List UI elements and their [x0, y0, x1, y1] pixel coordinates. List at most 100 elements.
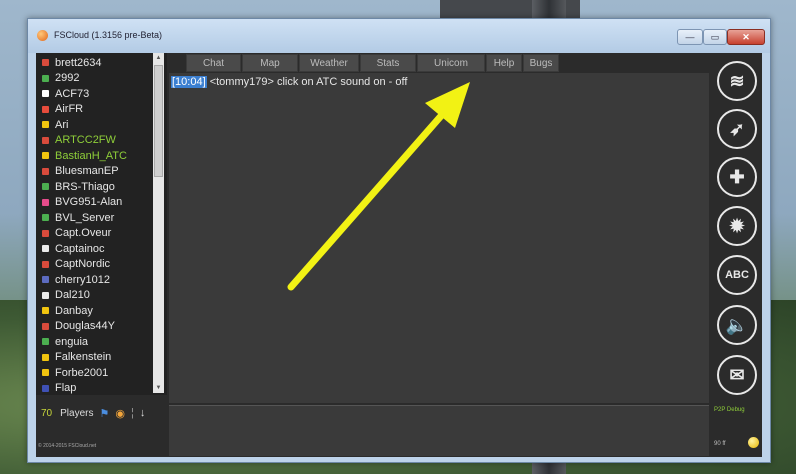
country-flag-icon: [42, 260, 49, 268]
tab-bugs[interactable]: Bugs: [523, 54, 559, 72]
country-flag-icon: [42, 291, 49, 299]
player-name: CaptNordic: [55, 258, 111, 271]
player-name: BastianH_ATC: [55, 149, 127, 162]
player-list-item[interactable]: Flap: [36, 381, 167, 396]
abc-icon[interactable]: ABC: [717, 255, 757, 295]
players-label: Players: [60, 407, 94, 419]
player-list-item[interactable]: BVG951-Alan: [36, 195, 167, 211]
player-name: 2992: [55, 72, 80, 85]
close-button[interactable]: ✕: [727, 29, 765, 45]
mail-icon[interactable]: ✉: [717, 355, 757, 395]
player-list-item[interactable]: 2992: [36, 71, 167, 87]
puzzle-icon[interactable]: ✚: [717, 157, 757, 197]
title-bar[interactable]: FSCloud (1.3156 pre-Beta) — ▭ ✕: [28, 19, 770, 53]
player-list-item[interactable]: Capt.Oveur: [36, 226, 167, 242]
country-flag-icon: [42, 74, 49, 82]
player-list-item[interactable]: CaptNordic: [36, 257, 167, 273]
country-flag-icon: [42, 369, 49, 377]
player-list-item[interactable]: Douglas44Y: [36, 319, 167, 335]
country-flag-icon: [42, 214, 49, 222]
player-name: Forbe2001: [55, 366, 109, 379]
tab-bar: Chat Map Weather Stats Unicom Help Bugs: [186, 54, 560, 72]
tab-map[interactable]: Map: [242, 54, 298, 72]
clock-icon[interactable]: ◉: [115, 407, 125, 420]
player-list-item[interactable]: ARTCC2FW: [36, 133, 167, 149]
player-list-item[interactable]: ACF73: [36, 86, 167, 102]
radio-icon[interactable]: ≋: [717, 61, 757, 101]
player-name: Capt.Oveur: [55, 227, 112, 240]
country-flag-icon: [42, 183, 49, 191]
player-name: ACF73: [55, 87, 90, 100]
country-flag-icon: [42, 198, 49, 206]
player-list-item[interactable]: Captainoc: [36, 241, 167, 257]
fscloud-window: FSCloud (1.3156 pre-Beta) — ▭ ✕ brett263…: [27, 18, 771, 463]
player-name: BRS-Thiago: [55, 180, 115, 193]
tab-help[interactable]: Help: [486, 54, 522, 72]
player-name: Captainoc: [55, 242, 105, 255]
client-area: brett2634 2992 ACF73 AirFR Ari ARTCC2FW Bastia…: [36, 53, 762, 457]
scroll-up-icon[interactable]: ▲: [153, 53, 164, 63]
tab-chat[interactable]: Chat: [186, 54, 241, 72]
chat-input[interactable]: [169, 405, 709, 456]
player-name: ARTCC2FW: [55, 134, 116, 147]
flag-icon[interactable]: ⚑: [99, 407, 109, 420]
player-list-item[interactable]: cherry1012: [36, 272, 167, 288]
player-count: 70: [41, 407, 53, 419]
tab-unicom[interactable]: Unicom: [417, 54, 485, 72]
country-flag-icon: [42, 322, 49, 330]
player-name: Flap: [55, 382, 77, 395]
player-list-item[interactable]: Danbay: [36, 303, 167, 319]
country-flag-icon: [42, 152, 49, 160]
speaker-icon[interactable]: 🔈: [717, 305, 757, 345]
player-list-item[interactable]: BRS-Thiago: [36, 179, 167, 195]
chat-area[interactable]: [10:04] <tommy179> click on ATC sound on…: [169, 73, 709, 403]
tab-weather[interactable]: Weather: [299, 54, 359, 72]
tab-stats[interactable]: Stats: [360, 54, 416, 72]
player-list-item[interactable]: AirFR: [36, 102, 167, 118]
player-name: Falkenstein: [55, 351, 112, 364]
app-icon: [37, 30, 48, 41]
scroll-down-icon[interactable]: ▼: [153, 383, 164, 393]
player-name: BVG951-Alan: [55, 196, 123, 209]
player-name: BluesmanEP: [55, 165, 119, 178]
player-name: brett2634: [55, 56, 102, 69]
country-flag-icon: [42, 59, 49, 67]
window-title: FSCloud (1.3156 pre-Beta): [54, 30, 163, 40]
player-list-item[interactable]: BastianH_ATC: [36, 148, 167, 164]
country-flag-icon: [42, 353, 49, 361]
player-list: brett2634 2992 ACF73 AirFR Ari ARTCC2FW Bastia…: [36, 53, 167, 395]
message-timestamp: [10:04]: [171, 76, 207, 88]
player-name: Dal210: [55, 289, 90, 302]
country-flag-icon: [42, 167, 49, 175]
version-label: 90 ff: [714, 441, 726, 447]
scroll-thumb[interactable]: [154, 65, 163, 177]
country-flag-icon: [42, 121, 49, 129]
p2p-debug-label[interactable]: P2P Debug: [714, 407, 745, 413]
player-name: Danbay: [55, 304, 93, 317]
player-name: Ari: [55, 118, 69, 131]
player-list-item[interactable]: brett2634: [36, 55, 167, 71]
gear-icon[interactable]: ✹: [717, 206, 757, 246]
player-list-scrollbar[interactable]: ▲ ▼: [153, 53, 164, 393]
player-name: AirFR: [55, 103, 84, 116]
player-name: cherry1012: [55, 273, 111, 286]
player-list-item[interactable]: Forbe2001: [36, 365, 167, 381]
minimize-button[interactable]: —: [677, 29, 703, 45]
player-list-item[interactable]: Falkenstein: [36, 350, 167, 366]
player-list-item[interactable]: Ari: [36, 117, 167, 133]
player-list-item[interactable]: BVL_Server: [36, 210, 167, 226]
separator-icon: ¦: [130, 407, 134, 419]
player-list-item[interactable]: enguia: [36, 334, 167, 350]
country-flag-icon: [42, 105, 49, 113]
player-list-item[interactable]: BluesmanEP: [36, 164, 167, 180]
message-text: <tommy179> click on ATC sound on - off: [209, 76, 408, 88]
status-indicator-icon[interactable]: [748, 437, 759, 448]
maximize-button[interactable]: ▭: [703, 29, 727, 45]
download-icon[interactable]: ↓: [140, 407, 146, 419]
player-name: enguia: [55, 335, 89, 348]
player-name: BVL_Server: [55, 211, 115, 224]
compass-icon[interactable]: ➶: [717, 109, 757, 149]
country-flag-icon: [42, 245, 49, 253]
player-list-item[interactable]: Dal210: [36, 288, 167, 304]
player-list-items: brett2634 2992 ACF73 AirFR Ari ARTCC2FW Bastia…: [36, 53, 167, 395]
